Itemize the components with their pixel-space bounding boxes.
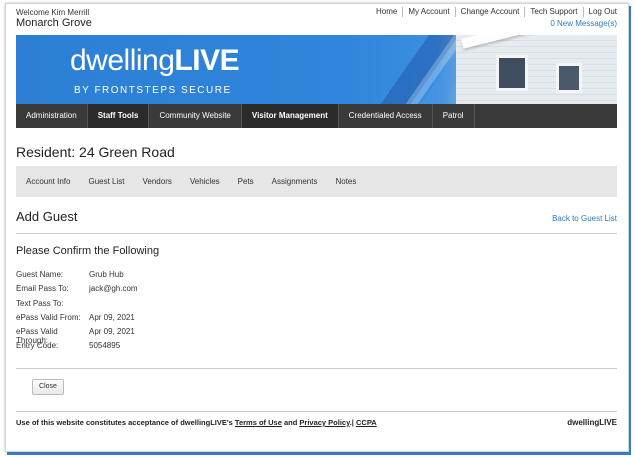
- detail-row: ePass Valid Through: Apr 09, 2021: [16, 327, 138, 346]
- tab-pets[interactable]: Pets: [228, 177, 262, 186]
- tab-assignments[interactable]: Assignments: [262, 177, 326, 186]
- nav-credentialed-access[interactable]: Credentialed Access: [339, 104, 433, 128]
- top-bar: Welcome Kim Merrill Monarch Grove Home M…: [16, 4, 617, 34]
- house-image: [456, 35, 617, 104]
- banner: dwellingLIVE BY FRONTSTEPS SECURE: [16, 35, 617, 104]
- my-account-link[interactable]: My Account: [402, 7, 454, 17]
- welcome-text: Welcome Kim Merrill: [16, 8, 90, 17]
- detail-label: Text Pass To:: [16, 298, 64, 308]
- house-window: [496, 55, 528, 91]
- privacy-policy-link[interactable]: Privacy Policy: [299, 418, 349, 427]
- footer-prefix: Use of this website constitutes acceptan…: [16, 418, 235, 427]
- nav-patrol[interactable]: Patrol: [433, 104, 475, 128]
- nav-community-website[interactable]: Community Website: [149, 104, 242, 128]
- messages-link[interactable]: 0 New Message(s): [550, 19, 617, 28]
- sub-nav: Account Info Guest List Vendors Vehicles…: [16, 166, 617, 197]
- detail-value: jack@gh.com: [89, 284, 138, 294]
- back-to-guest-list-link[interactable]: Back to Guest List: [552, 214, 617, 223]
- footer-and: and: [281, 418, 300, 427]
- detail-label: ePass Valid From:: [16, 312, 81, 322]
- resident-title: Resident: 24 Green Road: [16, 144, 175, 160]
- divider: [16, 411, 617, 412]
- nav-administration[interactable]: Administration: [16, 104, 88, 128]
- brand-logo-light: dwelling: [70, 44, 175, 77]
- brand-logo: dwellingLIVE: [70, 44, 240, 78]
- detail-label: Guest Name:: [16, 270, 64, 279]
- tab-notes[interactable]: Notes: [325, 177, 364, 186]
- community-name: Monarch Grove: [16, 17, 92, 29]
- guest-details: Guest Name: Grub Hub Email Pass To: jack…: [16, 270, 138, 356]
- detail-row: Email Pass To: jack@gh.com: [16, 284, 138, 298]
- tab-vehicles[interactable]: Vehicles: [180, 177, 228, 186]
- page-title: Add Guest: [16, 209, 78, 224]
- nav-staff-tools[interactable]: Staff Tools: [87, 104, 150, 128]
- divider: [16, 233, 617, 234]
- house-window: [556, 63, 582, 93]
- footer-text: Use of this website constitutes acceptan…: [16, 418, 377, 427]
- detail-value: 5054895: [89, 341, 121, 351]
- tech-support-link[interactable]: Tech Support: [524, 7, 582, 17]
- tab-guest-list[interactable]: Guest List: [78, 177, 132, 186]
- detail-value: Apr 09, 2021: [89, 327, 135, 337]
- detail-row: Guest Name: Grub Hub: [16, 270, 138, 284]
- detail-label: Entry Code:: [16, 341, 59, 351]
- ccpa-link[interactable]: CCPA: [356, 418, 377, 427]
- app-window: Welcome Kim Merrill Monarch Grove Home M…: [5, 3, 629, 452]
- detail-value: Grub Hub: [89, 270, 124, 279]
- close-button[interactable]: Close: [32, 379, 64, 395]
- tab-account-info[interactable]: Account Info: [16, 177, 78, 186]
- top-links: Home My Account Change Account Tech Supp…: [371, 7, 617, 17]
- confirm-heading: Please Confirm the Following: [16, 245, 160, 257]
- main-nav: Administration Staff Tools Community Web…: [16, 104, 617, 128]
- detail-row: ePass Valid From: Apr 09, 2021: [16, 313, 138, 327]
- brand-logo-bold: LIVE: [174, 44, 240, 77]
- terms-of-use-link[interactable]: Terms of Use: [235, 418, 282, 427]
- detail-value: Apr 09, 2021: [89, 312, 135, 322]
- detail-label: Email Pass To:: [16, 284, 69, 294]
- nav-visitor-management[interactable]: Visitor Management: [241, 104, 339, 128]
- divider: [16, 368, 617, 369]
- change-account-link[interactable]: Change Account: [454, 7, 525, 17]
- brand-tagline: BY FRONTSTEPS SECURE: [74, 85, 232, 96]
- detail-row: Entry Code: 5054895: [16, 341, 138, 355]
- tab-vendors[interactable]: Vendors: [133, 177, 180, 186]
- detail-label: ePass Valid Through:: [16, 327, 58, 346]
- log-out-link[interactable]: Log Out: [582, 7, 617, 17]
- footer-brand: dwellingLIVE: [567, 418, 617, 427]
- detail-row: Text Pass To:: [16, 299, 138, 313]
- home-link[interactable]: Home: [371, 7, 402, 17]
